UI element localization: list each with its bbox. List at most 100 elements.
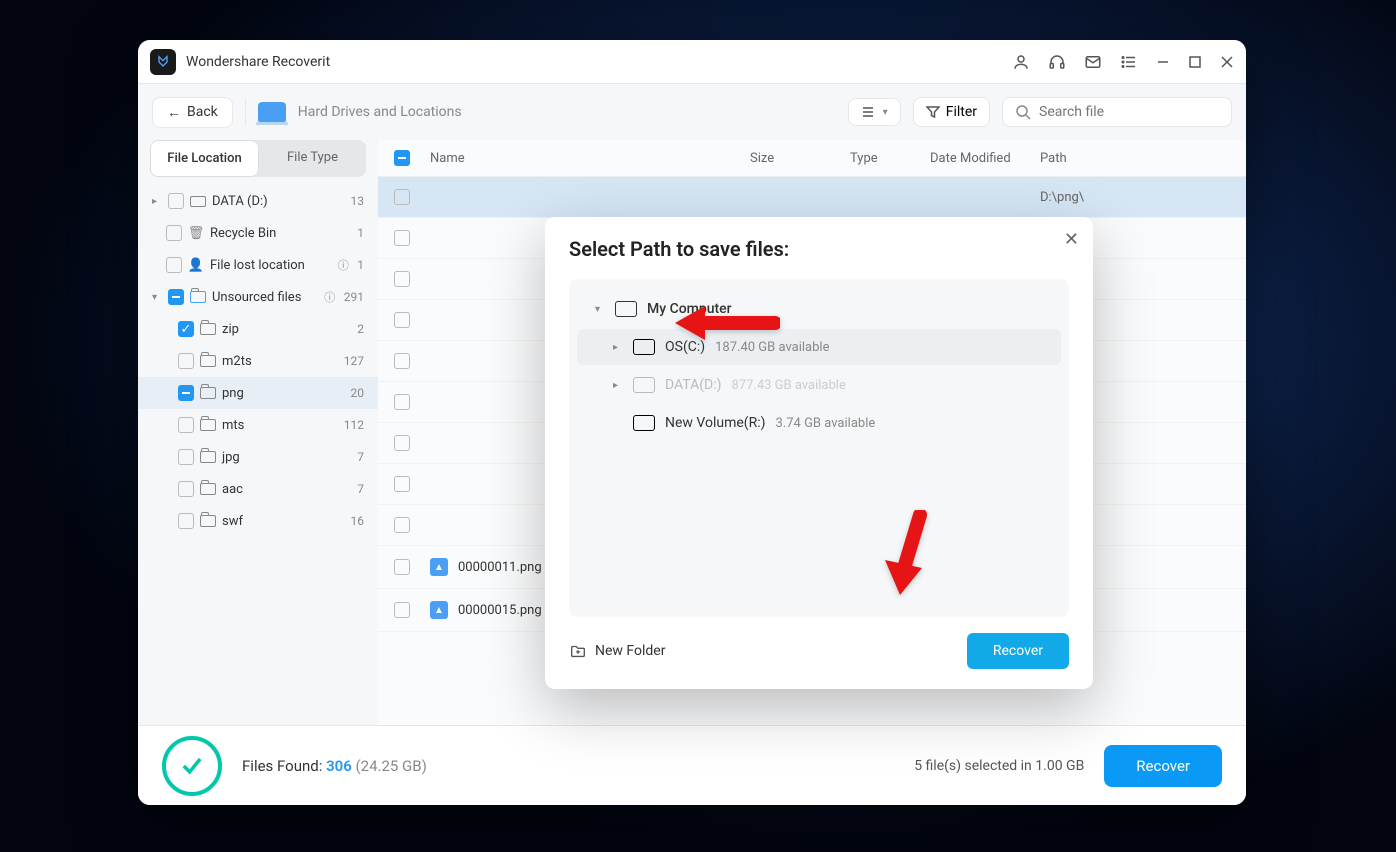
tree-item-png[interactable]: png 20 <box>138 377 378 409</box>
tree-item-mts[interactable]: mts 112 <box>138 409 378 441</box>
annotation-arrow-2 <box>880 510 940 604</box>
checkbox[interactable] <box>178 481 194 497</box>
col-path[interactable]: Path <box>1040 151 1230 166</box>
folder-icon <box>200 385 216 401</box>
drive-data-d[interactable]: ▸ DATA(D:) 877.43 GB available <box>577 367 1061 403</box>
search-icon <box>1015 104 1031 120</box>
checkbox[interactable] <box>178 449 194 465</box>
filter-button[interactable]: Filter <box>913 97 990 127</box>
col-date[interactable]: Date Modified <box>930 151 1040 166</box>
checkbox[interactable] <box>394 517 410 533</box>
help-icon[interactable]: ⓘ <box>335 257 351 273</box>
folder-icon <box>200 353 216 369</box>
checkbox[interactable] <box>394 230 410 246</box>
search-box[interactable] <box>1002 97 1232 127</box>
folder-icon <box>200 513 216 529</box>
folder-icon <box>200 481 216 497</box>
checkbox[interactable] <box>178 353 194 369</box>
back-button[interactable]: ← Back <box>152 97 233 128</box>
drive-icon <box>258 102 286 122</box>
drive-tree: ▾ My Computer ▸ OS(C:) 187.40 GB availab… <box>569 279 1069 617</box>
folder-icon <box>190 289 206 305</box>
expand-icon[interactable]: ▾ <box>595 304 605 315</box>
search-input[interactable] <box>1039 104 1219 120</box>
checkbox[interactable] <box>394 476 410 492</box>
tree-item-unsourced[interactable]: ▾ Unsourced files ⓘ 291 <box>138 281 378 313</box>
recover-button[interactable]: Recover <box>1104 745 1222 787</box>
drive-icon <box>633 377 655 393</box>
checkbox[interactable] <box>394 271 410 287</box>
header-checkbox[interactable] <box>394 150 410 166</box>
close-button[interactable] <box>1220 55 1234 69</box>
tree-item-recycle-bin[interactable]: 🗑 Recycle Bin 1 <box>138 217 378 249</box>
view-options-button[interactable]: ▾ <box>848 98 901 126</box>
new-folder-button[interactable]: New Folder <box>569 642 665 660</box>
help-icon[interactable]: ⓘ <box>322 289 338 305</box>
table-header: Name Size Type Date Modified Path <box>378 140 1246 177</box>
mail-icon[interactable] <box>1084 53 1102 71</box>
checkbox[interactable] <box>178 385 194 401</box>
checkbox[interactable] <box>166 225 182 241</box>
checkbox[interactable] <box>394 602 410 618</box>
tree-item-jpg[interactable]: jpg 7 <box>138 441 378 473</box>
checkbox[interactable] <box>168 289 184 305</box>
drive-os-c[interactable]: ▸ OS(C:) 187.40 GB available <box>577 329 1061 365</box>
checkbox[interactable] <box>394 189 410 205</box>
image-file-icon: ▲ <box>430 601 448 619</box>
maximize-button[interactable] <box>1188 55 1202 69</box>
checkbox[interactable] <box>166 257 182 273</box>
checkbox[interactable] <box>178 417 194 433</box>
checkbox[interactable] <box>394 559 410 575</box>
tree-item-zip[interactable]: ✓ zip 2 <box>138 313 378 345</box>
chevron-down-icon: ▾ <box>883 107 888 118</box>
file-path: D:\png\ <box>1040 190 1230 205</box>
tree-item-m2ts[interactable]: m2ts 127 <box>138 345 378 377</box>
back-arrow-icon: ← <box>167 104 181 121</box>
new-folder-label: New Folder <box>595 643 665 659</box>
expand-icon[interactable]: ▸ <box>613 380 623 391</box>
drive-icon <box>633 415 655 431</box>
computer-icon <box>615 301 637 317</box>
location-breadcrumb[interactable]: Hard Drives and Locations <box>298 104 462 120</box>
user-icon[interactable] <box>1012 53 1030 71</box>
list-icon[interactable] <box>1120 53 1138 71</box>
tab-file-type[interactable]: File Type <box>259 140 366 177</box>
drive-new-volume-r[interactable]: ▸ New Volume(R:) 3.74 GB available <box>577 405 1061 441</box>
checkbox[interactable] <box>394 435 410 451</box>
drive-root[interactable]: ▾ My Computer <box>577 291 1061 327</box>
scan-complete-icon <box>162 736 222 796</box>
headset-icon[interactable] <box>1048 53 1066 71</box>
tree-item-swf[interactable]: swf 16 <box>138 505 378 537</box>
files-found-text: Files Found: 306 (24.25 GB) <box>242 757 427 775</box>
trash-icon: 🗑 <box>188 225 204 241</box>
status-bar: Files Found: 306 (24.25 GB) 5 file(s) se… <box>138 725 1246 805</box>
tree-item-aac[interactable]: aac 7 <box>138 473 378 505</box>
col-type[interactable]: Type <box>850 151 930 166</box>
drive-icon <box>190 193 206 209</box>
folder-icon <box>200 417 216 433</box>
checkbox[interactable] <box>394 394 410 410</box>
checkbox[interactable] <box>394 353 410 369</box>
dialog-recover-button[interactable]: Recover <box>967 633 1069 669</box>
selection-summary: 5 file(s) selected in 1.00 GB <box>914 758 1084 774</box>
tree-item-data-d[interactable]: ▸ DATA (D:) 13 <box>138 185 378 217</box>
checkbox[interactable]: ✓ <box>178 321 194 337</box>
checkbox[interactable] <box>394 312 410 328</box>
tree-item-file-lost[interactable]: 👤 File lost location ⓘ 1 <box>138 249 378 281</box>
save-path-dialog: ✕ Select Path to save files: ▾ My Comput… <box>545 217 1093 689</box>
expand-icon[interactable]: ▸ <box>613 342 623 353</box>
dialog-close-button[interactable]: ✕ <box>1064 229 1079 250</box>
file-row[interactable]: D:\png\ <box>378 177 1246 218</box>
folder-icon <box>200 449 216 465</box>
tab-file-location[interactable]: File Location <box>150 140 259 177</box>
image-file-icon: ▲ <box>430 558 448 576</box>
expand-icon[interactable]: ▸ <box>152 196 162 207</box>
checkbox[interactable] <box>178 513 194 529</box>
minimize-button[interactable] <box>1156 55 1170 69</box>
sidebar-tabs: File Location File Type <box>150 140 366 177</box>
col-size[interactable]: Size <box>750 151 850 166</box>
col-name[interactable]: Name <box>430 151 750 166</box>
expand-icon[interactable]: ▾ <box>152 292 162 303</box>
checkbox[interactable] <box>168 193 184 209</box>
app-window: Wondershare Recoverit ← Back Hard Drives… <box>138 40 1246 805</box>
